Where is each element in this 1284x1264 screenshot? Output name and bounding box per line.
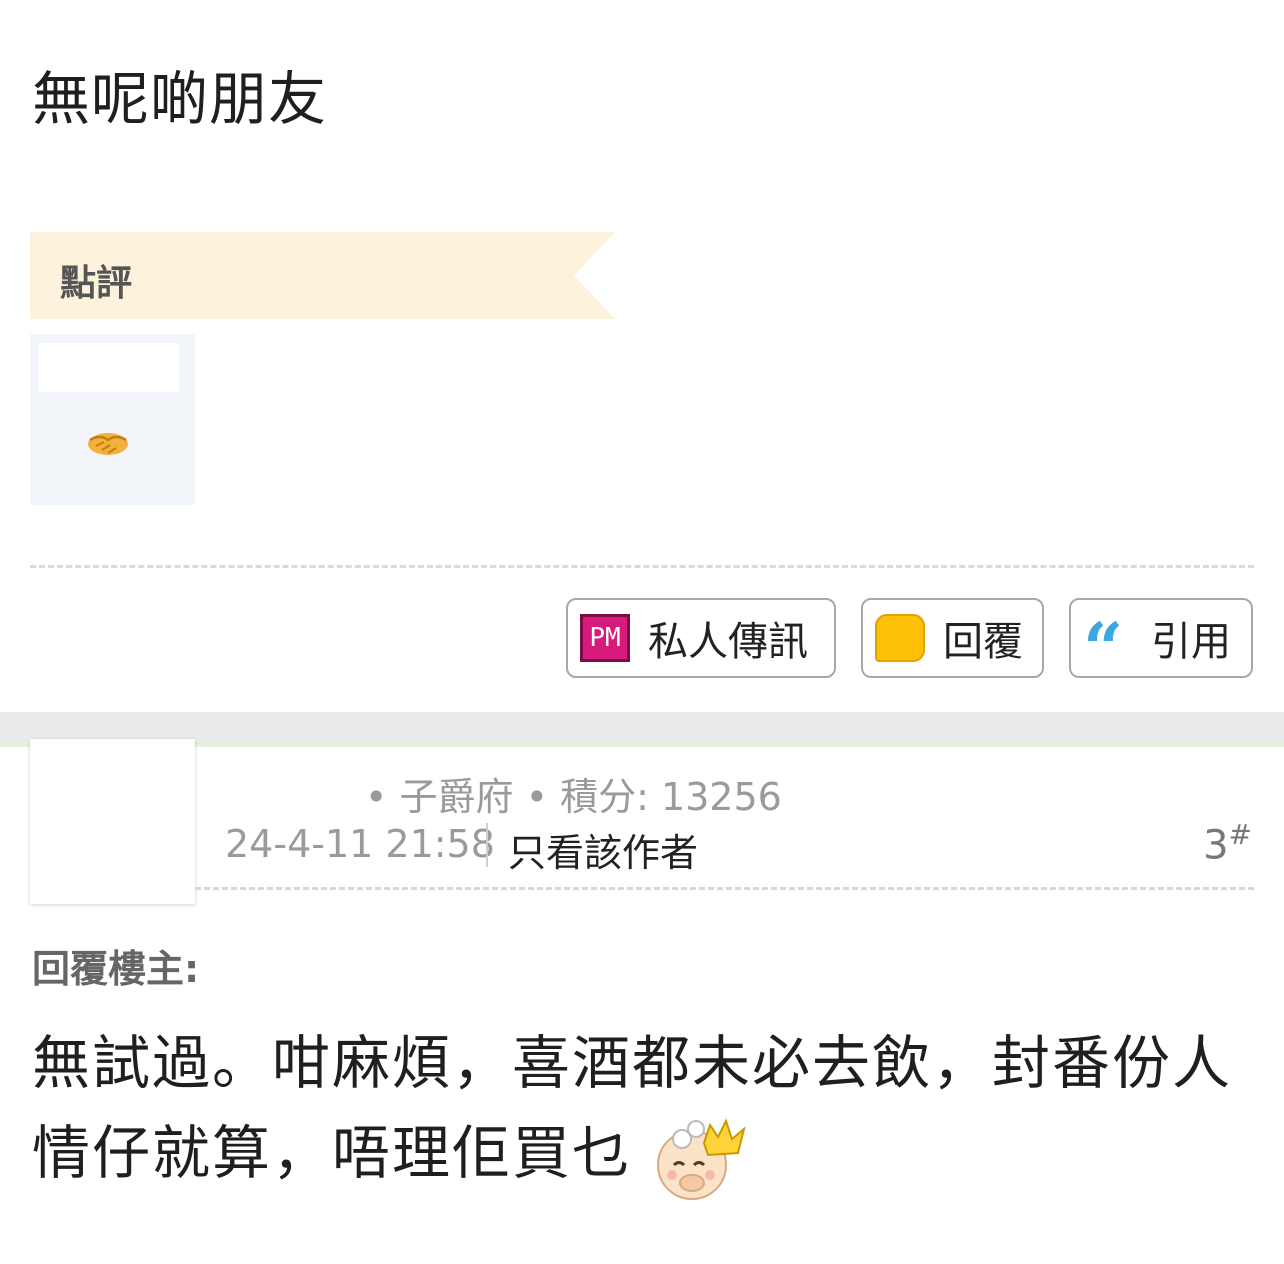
rating-header-label: 點評 [60, 263, 133, 304]
floor-number-suffix: # [1228, 818, 1252, 851]
quote-icon: “ [1083, 607, 1124, 690]
only-view-author-link[interactable]: 只看該作者 [508, 822, 698, 877]
baby-king-emoji-icon [657, 1118, 747, 1200]
rating-card[interactable] [30, 334, 195, 505]
pm-label: 私人傳訊 [648, 619, 808, 665]
speech-bubble-icon [875, 614, 925, 662]
author-meta: • 子爵府 • 積分: 13256 [365, 775, 782, 819]
reply-body: 無試過。咁麻煩，喜酒都未必去飲，封番份人情仔就算，唔理佢買乜 [32, 1018, 1262, 1205]
post-body-text: 無呢啲朋友 [32, 65, 328, 133]
reply-button[interactable]: 回覆 [861, 598, 1044, 678]
author-avatar[interactable] [30, 739, 195, 904]
reply-body-text: 無試過。咁麻煩，喜酒都未必去飲，封番份人情仔就算，唔理佢買乜 [32, 1029, 1233, 1187]
meta-divider [486, 823, 488, 867]
post-header-divider [195, 887, 1254, 890]
rater-avatar[interactable] [38, 343, 179, 392]
reply-label: 回覆 [943, 619, 1023, 665]
post-timestamp: 24-4-11 21:58 [225, 822, 495, 866]
handshake-icon [88, 433, 128, 455]
reply-to-op-label: 回覆樓主: [32, 947, 200, 991]
private-message-button[interactable]: PM 私人傳訊 [566, 598, 836, 678]
rating-header-banner: 點評 [30, 232, 615, 319]
floor-number-value: 3 [1203, 822, 1229, 869]
quote-button[interactable]: “ 引用 [1069, 598, 1253, 690]
post-divider [30, 565, 1254, 568]
pm-icon: PM [580, 614, 630, 662]
floor-number[interactable]: 3# [1203, 818, 1252, 868]
quote-label: 引用 [1151, 619, 1231, 665]
